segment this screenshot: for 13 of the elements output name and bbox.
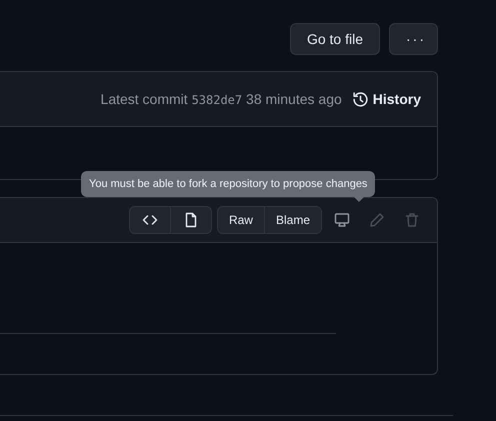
preview-button[interactable]	[170, 207, 211, 233]
toolbar-button[interactable]: Blame	[264, 207, 321, 233]
history-icon	[352, 90, 369, 108]
go-to-file-button[interactable]: Go to file	[290, 23, 380, 55]
desktop-icon	[334, 212, 350, 228]
latest-commit-text: Latest commit 5382de7 38 minutes ago	[100, 91, 342, 107]
pencil-icon	[369, 212, 385, 228]
tooltip: You must be able to fork a repository to propose changes	[81, 171, 376, 202]
history-link[interactable]: History	[352, 90, 421, 108]
code-view-button[interactable]	[130, 207, 170, 233]
toolbar-button[interactable]: Raw	[218, 207, 264, 233]
trash-icon	[404, 212, 420, 228]
more-options-button[interactable]: ···	[389, 23, 438, 55]
